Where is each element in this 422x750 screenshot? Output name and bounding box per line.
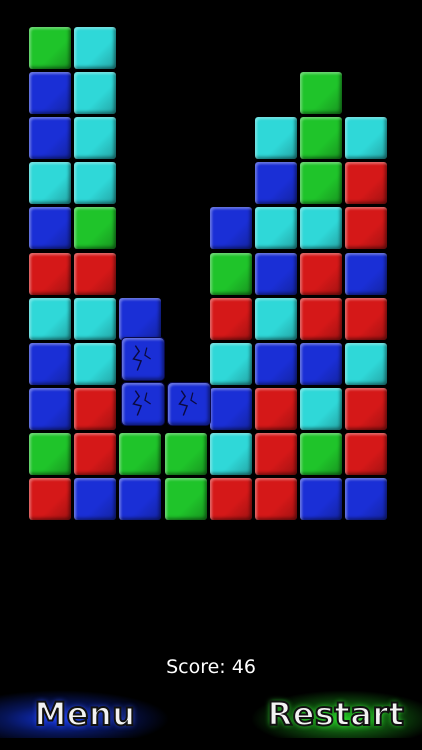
blue-block[interactable] <box>209 207 252 250</box>
restart-button[interactable]: Restart <box>250 690 422 738</box>
green-block[interactable] <box>209 252 252 295</box>
green-block[interactable] <box>119 432 162 475</box>
cyan-block[interactable] <box>255 297 297 340</box>
cracked-blue-block[interactable] <box>121 381 166 426</box>
red-block[interactable] <box>345 297 388 340</box>
menu-button[interactable]: Menu <box>0 690 170 738</box>
red-block[interactable] <box>255 478 297 520</box>
cyan-block[interactable] <box>255 207 297 250</box>
cyan-block[interactable] <box>345 117 388 160</box>
green-block[interactable] <box>164 432 207 475</box>
green-block[interactable] <box>164 478 207 520</box>
green-block[interactable] <box>300 162 343 205</box>
blue-block[interactable] <box>255 342 297 385</box>
green-block[interactable] <box>300 72 343 115</box>
cyan-block[interactable] <box>29 162 71 205</box>
blue-block[interactable] <box>345 478 388 520</box>
blue-block[interactable] <box>29 387 71 430</box>
game-board[interactable] <box>29 27 390 522</box>
green-block[interactable] <box>300 432 343 475</box>
blue-block[interactable] <box>300 342 343 385</box>
blue-block[interactable] <box>29 117 71 160</box>
blue-block[interactable] <box>345 252 388 295</box>
red-block[interactable] <box>345 162 388 205</box>
cyan-block[interactable] <box>29 297 71 340</box>
cyan-block[interactable] <box>74 342 117 385</box>
cyan-block[interactable] <box>255 117 297 160</box>
score-label: Score: 46 <box>166 656 256 678</box>
cyan-block[interactable] <box>300 387 343 430</box>
blue-block[interactable] <box>29 72 71 115</box>
cyan-block[interactable] <box>209 342 252 385</box>
cyan-block[interactable] <box>74 117 117 160</box>
red-block[interactable] <box>74 252 117 295</box>
cracked-blue-block[interactable] <box>166 381 211 426</box>
red-block[interactable] <box>345 387 388 430</box>
blue-block[interactable] <box>300 478 343 520</box>
red-block[interactable] <box>74 387 117 430</box>
red-block[interactable] <box>345 432 388 475</box>
cyan-block[interactable] <box>345 342 388 385</box>
green-block[interactable] <box>29 432 71 475</box>
red-block[interactable] <box>209 297 252 340</box>
blue-block[interactable] <box>74 478 117 520</box>
red-block[interactable] <box>29 252 71 295</box>
blue-block[interactable] <box>29 342 71 385</box>
blue-block[interactable] <box>29 207 71 250</box>
blue-block[interactable] <box>119 478 162 520</box>
cracked-blue-block[interactable] <box>121 336 166 381</box>
blue-block[interactable] <box>255 162 297 205</box>
cyan-block[interactable] <box>74 162 117 205</box>
cyan-block[interactable] <box>74 27 117 69</box>
red-block[interactable] <box>345 207 388 250</box>
red-block[interactable] <box>255 432 297 475</box>
cyan-block[interactable] <box>74 72 117 115</box>
cyan-block[interactable] <box>209 432 252 475</box>
blue-block[interactable] <box>209 387 252 430</box>
red-block[interactable] <box>300 252 343 295</box>
red-block[interactable] <box>255 387 297 430</box>
green-block[interactable] <box>300 117 343 160</box>
green-block[interactable] <box>74 207 117 250</box>
red-block[interactable] <box>29 478 71 520</box>
blue-block[interactable] <box>119 297 162 340</box>
cyan-block[interactable] <box>300 207 343 250</box>
red-block[interactable] <box>300 297 343 340</box>
cyan-block[interactable] <box>74 297 117 340</box>
blue-block[interactable] <box>255 252 297 295</box>
green-block[interactable] <box>29 27 71 69</box>
red-block[interactable] <box>209 478 252 520</box>
red-block[interactable] <box>74 432 117 475</box>
